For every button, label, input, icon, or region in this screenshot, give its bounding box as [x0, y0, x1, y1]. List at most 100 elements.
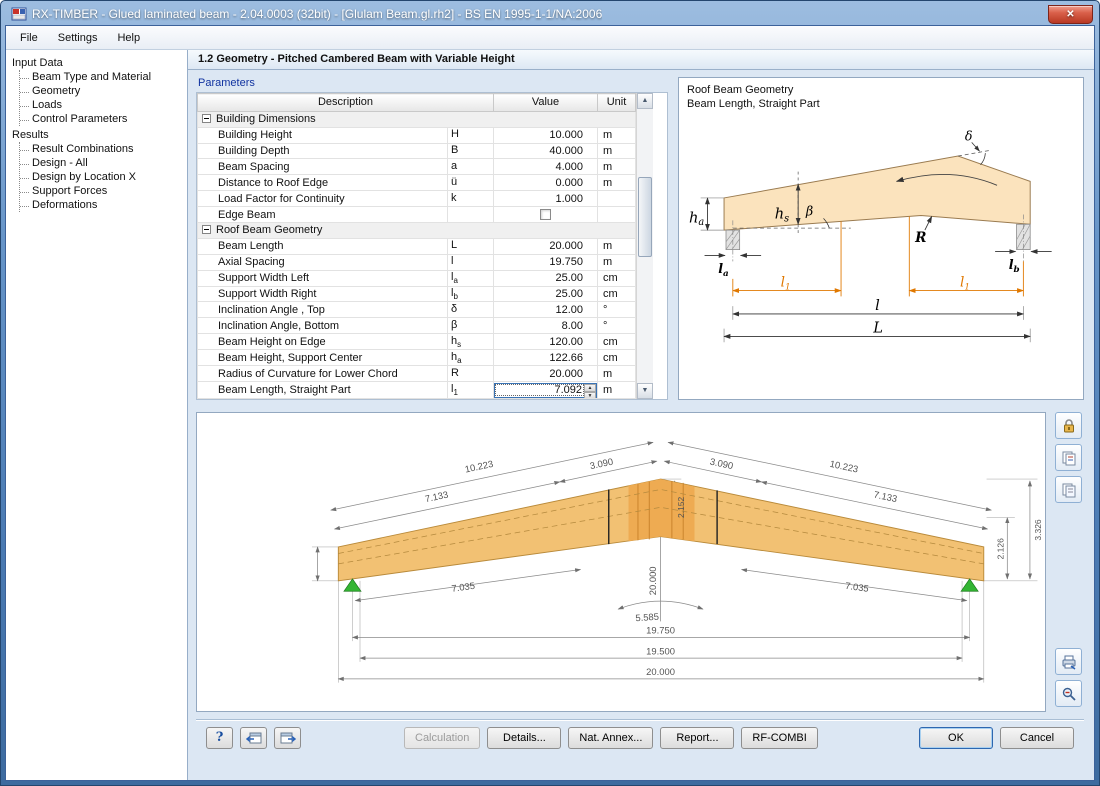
jump-to-graphic-button[interactable] — [240, 726, 267, 749]
l1-left-label: l1 — [781, 275, 791, 293]
param-value[interactable]: 0.000 — [493, 174, 598, 192]
jump-to-table-button[interactable] — [274, 726, 301, 749]
report-button[interactable]: Report... — [660, 726, 735, 749]
param-value[interactable]: 122.66 — [493, 349, 598, 367]
param-value[interactable]: 1.000 — [493, 190, 598, 208]
beta-label: β — [805, 203, 813, 218]
beam-drawing: 10.223 7.133 3.090 3.090 7.133 10.223 2.… — [311, 441, 1043, 683]
copy-view-button-2[interactable] — [1055, 476, 1082, 503]
table-row: Beam Spacing a 4.000 m — [197, 158, 636, 176]
help-button[interactable]: ? — [206, 726, 233, 749]
calculation-button[interactable]: Calculation — [404, 726, 481, 749]
scrollbar-thumb[interactable] — [638, 177, 652, 257]
footer-bar: ? Calculation Details... Nat. Annex... R… — [196, 719, 1084, 755]
zoom-button[interactable] — [1055, 680, 1082, 707]
param-unit: cm — [597, 333, 636, 351]
param-unit: ° — [597, 317, 636, 335]
la-label: la — [718, 261, 729, 279]
details-button[interactable]: Details... — [487, 726, 562, 749]
l1-right-label: l1 — [960, 275, 970, 293]
dim-right-upper: 2.126 — [996, 538, 1006, 559]
nat-annex-button[interactable]: Nat. Annex... — [568, 726, 654, 749]
param-value[interactable]: 4.000 — [493, 158, 598, 176]
menu-help[interactable]: Help — [107, 29, 150, 47]
spinner[interactable]: ▲ ▼ — [584, 383, 596, 398]
collapse-icon[interactable] — [202, 225, 211, 235]
edge-beam-checkbox[interactable] — [540, 209, 551, 221]
param-value[interactable]: 20.000 — [493, 237, 598, 255]
printer-icon — [1062, 655, 1075, 670]
tree-section-input-data[interactable]: Input Data — [12, 56, 187, 70]
sidebar-item-loads[interactable]: Loads — [20, 98, 187, 112]
cancel-button[interactable]: Cancel — [1000, 726, 1074, 749]
param-value[interactable]: 8.00 — [493, 317, 598, 335]
group-row-building-dimensions[interactable]: Building Dimensions — [197, 110, 636, 128]
sidebar-item-control-parameters[interactable]: Control Parameters — [20, 112, 187, 126]
right-support-icon — [960, 578, 979, 592]
param-value[interactable]: 25.00 — [493, 285, 598, 303]
scroll-down-icon[interactable]: ▼ — [637, 383, 653, 399]
sidebar-item-design-by-location-x[interactable]: Design by Location X — [20, 170, 187, 184]
sidebar-item-deformations[interactable]: Deformations — [20, 198, 187, 212]
param-symbol: ü — [447, 174, 494, 192]
param-value[interactable]: 19.750 — [493, 253, 598, 271]
group-row-roof-beam-geometry[interactable]: Roof Beam Geometry — [197, 221, 636, 239]
sidebar-item-geometry[interactable]: Geometry — [20, 84, 187, 98]
param-desc: Axial Spacing — [197, 253, 448, 271]
param-desc: Beam Length — [197, 237, 448, 255]
lock-button[interactable] — [1055, 412, 1082, 439]
copy-icon — [1062, 451, 1075, 465]
param-value[interactable]: 12.00 — [493, 301, 598, 319]
beam-length-straight-part-input[interactable]: 7.092 ▲ ▼ — [494, 382, 597, 398]
param-value[interactable]: 25.00 — [493, 269, 598, 287]
print-graphic-button[interactable] — [1055, 648, 1082, 675]
ok-button[interactable]: OK — [919, 726, 993, 749]
sidebar-item-support-forces[interactable]: Support Forces — [20, 184, 187, 198]
menu-file[interactable]: File — [10, 29, 48, 47]
column-description: Description — [197, 93, 494, 112]
close-button[interactable]: ✕ — [1048, 4, 1093, 24]
sidebar-item-beam-type-and-material[interactable]: Beam Type and Material — [20, 70, 187, 84]
param-value[interactable]: 40.000 — [493, 142, 598, 160]
table-row: Support Width Left la 25.00 cm — [197, 269, 636, 287]
param-desc: Distance to Roof Edge — [197, 174, 448, 192]
sidebar-item-result-combinations[interactable]: Result Combinations — [20, 142, 187, 156]
titlebar[interactable]: RX-TIMBER - Glued laminated beam - 2.04.… — [5, 1, 1095, 25]
copy-view-button-1[interactable] — [1055, 444, 1082, 471]
dim-right-total: 3.326 — [1033, 519, 1043, 540]
delta-label: δ — [965, 128, 973, 143]
sidebar-item-design-all[interactable]: Design - All — [20, 156, 187, 170]
schematic-panel: Roof Beam Geometry Beam Length, Straight… — [678, 77, 1084, 400]
table-row: Inclination Angle, Bottom β 8.00 ° — [197, 317, 636, 335]
table-row: Beam Length L 20.000 m — [197, 237, 636, 255]
param-desc: Radius of Curvature for Lower Chord — [197, 365, 448, 383]
collapse-icon[interactable] — [202, 114, 211, 124]
spin-up-icon[interactable]: ▲ — [584, 383, 596, 392]
param-value[interactable]: 20.000 — [493, 365, 598, 383]
table-header-row: Description Value Unit — [197, 93, 636, 112]
rf-combi-button[interactable]: RF-COMBI — [741, 726, 818, 749]
tree-section-results[interactable]: Results — [12, 128, 187, 142]
param-symbol: B — [447, 142, 494, 160]
app-icon — [11, 7, 27, 21]
param-value[interactable]: 120.00 — [493, 333, 598, 351]
menu-settings[interactable]: Settings — [48, 29, 108, 47]
param-value-spinbox-cell: 7.092 ▲ ▼ — [493, 381, 598, 399]
param-value[interactable]: 10.000 — [493, 126, 598, 144]
pages-icon — [1062, 483, 1075, 497]
beam-drawing-panel: 10.223 7.133 3.090 3.090 7.133 10.223 2.… — [196, 412, 1046, 712]
dim-arc-length: 5.585 — [635, 611, 659, 624]
navigator-panel: Input Data Beam Type and Material Geomet… — [6, 50, 188, 780]
total-length-label: L — [872, 319, 883, 336]
param-symbol: l1 — [447, 381, 494, 399]
dim-bottom-left: 7.035 — [451, 580, 476, 594]
param-desc: Beam Spacing — [197, 158, 448, 176]
param-unit: m — [597, 126, 636, 144]
scroll-up-icon[interactable]: ▲ — [637, 93, 653, 109]
ha-label: ha — [689, 209, 704, 228]
spin-down-icon[interactable]: ▼ — [584, 391, 596, 398]
param-symbol: hs — [447, 333, 494, 351]
lock-icon — [1063, 418, 1074, 432]
param-symbol — [447, 206, 494, 223]
table-scrollbar[interactable]: ▲ ▼ — [636, 93, 653, 399]
